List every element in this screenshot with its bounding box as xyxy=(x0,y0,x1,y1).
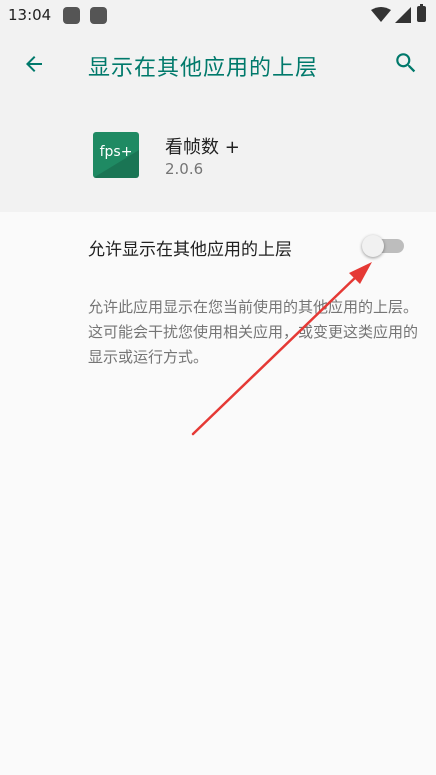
annotation-arrow xyxy=(191,262,372,436)
app-icon-text: fps+ xyxy=(99,144,133,160)
